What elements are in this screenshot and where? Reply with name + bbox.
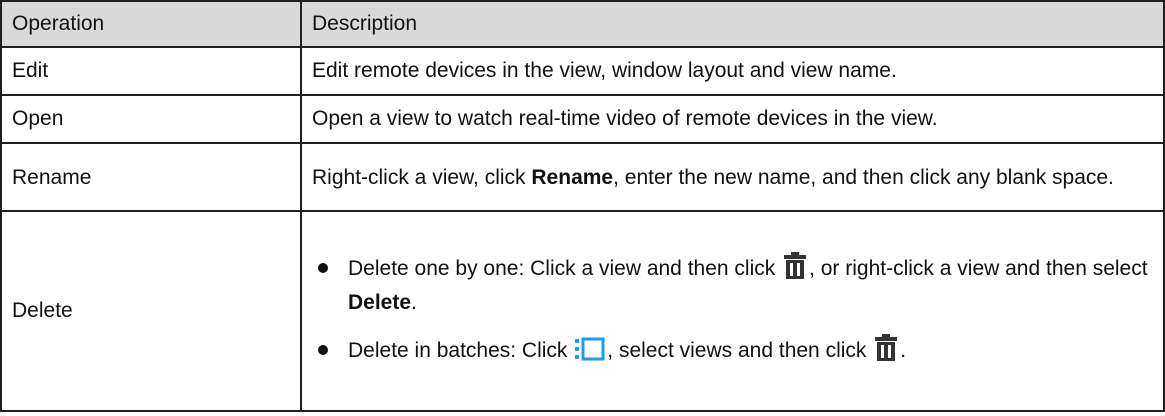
list-item: Delete in batches: Click , select views … bbox=[312, 334, 1153, 370]
multi-select-icon bbox=[575, 337, 605, 370]
operation-cell: Edit bbox=[0, 46, 302, 96]
delete-term: Delete bbox=[348, 291, 412, 314]
list-item: Delete one by one: Click a view and then… bbox=[312, 252, 1153, 318]
trash-icon bbox=[783, 252, 807, 288]
bullet-icon bbox=[318, 263, 328, 273]
description-cell: Open a view to watch real-time video of … bbox=[300, 94, 1165, 144]
text-segment: , enter the new name, and then click any… bbox=[613, 165, 1114, 189]
text-segment: Right-click a view, click bbox=[312, 165, 532, 189]
operations-table: Operation Description Edit Edit remote d… bbox=[0, 0, 1165, 412]
operation-cell: Open bbox=[0, 94, 302, 144]
description-cell: Right-click a view, click Rename, enter … bbox=[300, 142, 1165, 212]
trash-icon bbox=[874, 334, 898, 370]
text-segment: Delete one by one: Click a view and then… bbox=[348, 257, 782, 280]
description-cell: Delete one by one: Click a view and then… bbox=[300, 210, 1165, 412]
operation-cell: Rename bbox=[0, 142, 302, 212]
table-row: Rename Right-click a view, click Rename,… bbox=[0, 142, 1165, 212]
table-header-row: Operation Description bbox=[0, 0, 1165, 48]
text-segment: . bbox=[411, 291, 417, 314]
table-row: Open Open a view to watch real-time vide… bbox=[0, 94, 1165, 144]
bullet-icon bbox=[318, 345, 328, 355]
rename-term: Rename bbox=[531, 165, 614, 189]
table-row: Edit Edit remote devices in the view, wi… bbox=[0, 46, 1165, 96]
text-segment: Delete in batches: Click bbox=[348, 339, 574, 362]
table-row: Delete Delete one by one: Click a view a… bbox=[0, 210, 1165, 412]
text-segment: , select views and then click bbox=[607, 339, 873, 362]
text-segment: , or right-click a view and then select bbox=[809, 257, 1148, 280]
operation-cell: Delete bbox=[0, 210, 302, 412]
delete-methods-list: Delete one by one: Click a view and then… bbox=[312, 252, 1153, 370]
description-cell: Edit remote devices in the view, window … bbox=[300, 46, 1165, 96]
header-operation: Operation bbox=[0, 0, 302, 48]
text-segment: . bbox=[900, 339, 907, 362]
header-description: Description bbox=[300, 0, 1165, 48]
